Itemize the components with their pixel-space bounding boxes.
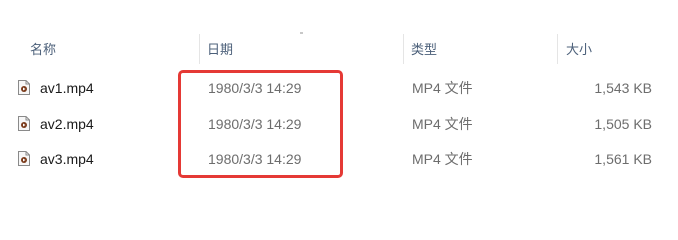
video-file-icon <box>18 151 30 166</box>
file-name: av2.mp4 <box>40 116 94 132</box>
column-divider[interactable] <box>199 34 200 64</box>
column-header-type[interactable]: 类型 <box>411 40 437 60</box>
file-name: av3.mp4 <box>40 151 94 167</box>
file-size: 1,505 KB <box>594 116 652 132</box>
column-header-date[interactable]: 日期 <box>207 40 233 60</box>
file-size: 1,543 KB <box>594 80 652 96</box>
video-file-icon <box>18 80 30 95</box>
column-divider[interactable] <box>557 34 558 64</box>
file-size: 1,561 KB <box>594 151 652 167</box>
file-explorer-list: 名称 日期 类型 大小 av1.mp4 1980/3/3 14:29 MP4 文… <box>0 0 678 237</box>
column-header-size[interactable]: 大小 <box>566 40 592 60</box>
sort-indicator <box>300 32 303 34</box>
date-highlight-annotation <box>178 70 343 178</box>
file-type: MP4 文件 <box>412 151 473 167</box>
column-header-name[interactable]: 名称 <box>30 40 56 60</box>
file-name: av1.mp4 <box>40 80 94 96</box>
file-type: MP4 文件 <box>412 80 473 96</box>
column-divider[interactable] <box>403 34 404 64</box>
file-type: MP4 文件 <box>412 116 473 132</box>
video-file-icon <box>18 116 30 131</box>
column-header-bar: 名称 日期 类型 大小 <box>0 32 678 66</box>
